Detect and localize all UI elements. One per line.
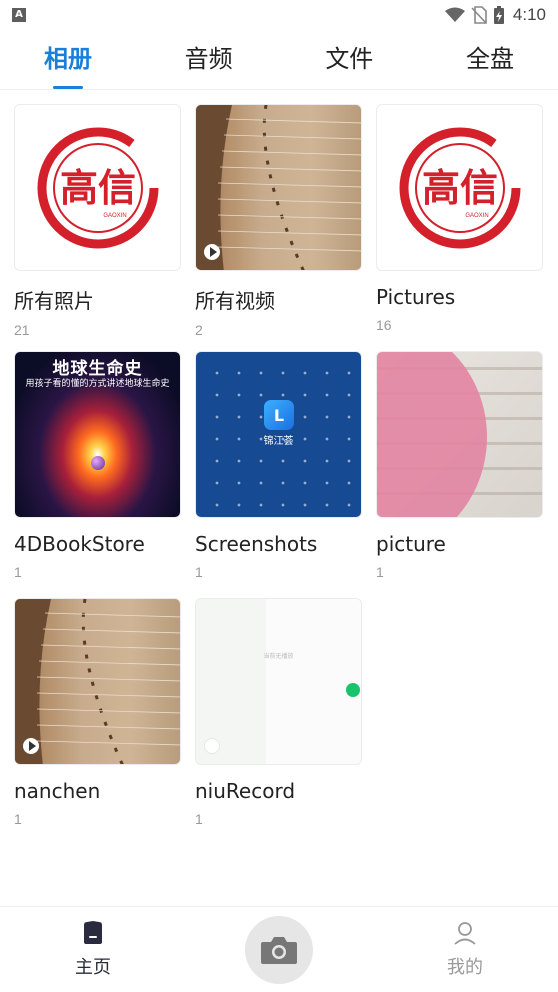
user-icon (454, 922, 476, 945)
album-grid: 高信 GAOXIN 所有照片 21 所有视频 2 高信 GAOXIN Pictu… (14, 104, 544, 845)
blank-panel (266, 599, 361, 764)
album-count: 1 (195, 811, 203, 827)
active-tab-indicator (53, 86, 83, 89)
status-left: A (12, 8, 26, 22)
app-logo-icon: L (264, 400, 294, 430)
album-item[interactable]: L 锦江荟 Screenshots 1 (195, 351, 362, 598)
album-name: niuRecord (195, 779, 296, 803)
tab-label: 音频 (184, 45, 233, 73)
album-thumbnail (195, 104, 362, 271)
camera-icon (261, 937, 297, 964)
album-item[interactable]: picture 1 (376, 351, 543, 598)
planet-icon (91, 456, 105, 470)
album-thumbnail: 高信 GAOXIN (376, 104, 543, 271)
nav-mine-label: 我的 (447, 957, 483, 978)
nav-home-label: 主页 (75, 957, 111, 978)
pink-wave-shape (377, 352, 487, 517)
album-count: 16 (376, 317, 392, 333)
tab-audio[interactable]: 音频 (185, 30, 233, 89)
album-thumbnail: 当前无播放 (195, 598, 362, 765)
album-item[interactable]: 所有视频 2 (195, 104, 362, 351)
logo-text: 高信 (421, 166, 497, 210)
status-time: 4:10 (512, 5, 546, 24)
logo-text: 高信 (59, 166, 135, 210)
album-count: 1 (14, 564, 22, 580)
guzheng-strings (15, 599, 180, 764)
album-name: 4DBookStore (14, 532, 145, 556)
camera-button[interactable] (245, 916, 313, 984)
album-name: Screenshots (195, 532, 318, 556)
top-tabs: 相册 音频 文件 全盘 (0, 30, 558, 90)
play-icon (23, 738, 39, 754)
album-item[interactable]: nanchen 1 (14, 598, 181, 845)
bottom-nav: 主页 我的 (0, 906, 558, 992)
status-bar: A 4:10 (0, 0, 558, 30)
album-name: nanchen (14, 779, 101, 803)
play-icon (204, 244, 220, 260)
album-count: 21 (14, 322, 30, 338)
album-item[interactable]: 当前无播放 niuRecord 1 (195, 598, 362, 845)
tab-label: 全盘 (465, 45, 514, 73)
album-item[interactable]: 高信 GAOXIN Pictures 16 (376, 104, 543, 351)
play-icon (204, 738, 220, 754)
home-icon (84, 921, 102, 944)
album-name: Pictures (376, 285, 456, 309)
album-thumbnail: 高信 GAOXIN (14, 104, 181, 271)
album-count: 1 (14, 811, 22, 827)
tab-files[interactable]: 文件 (325, 30, 373, 89)
wifi-icon (444, 7, 465, 22)
album-thumbnail (14, 598, 181, 765)
nav-home[interactable]: 主页 (53, 921, 133, 979)
tab-label: 相册 (44, 45, 92, 73)
a-notification-icon: A (12, 8, 26, 22)
gaoxin-logo-icon: 高信 GAOXIN (37, 127, 158, 248)
no-sim-icon (471, 6, 487, 24)
album-thumbnail: 地球生命史 用孩子看的懂的方式讲述地球生命史 (14, 351, 181, 518)
album-item[interactable]: 高信 GAOXIN 所有照片 21 (14, 104, 181, 351)
album-name: 所有照片 (14, 289, 94, 313)
album-thumbnail: L 锦江荟 (195, 351, 362, 518)
album-thumbnail (376, 351, 543, 518)
album-name: 所有视频 (195, 289, 275, 313)
blank-text: 当前无播放 (263, 653, 294, 660)
logo-subtext: GAOXIN (465, 213, 488, 219)
app-label: 锦江荟 (263, 436, 294, 447)
tab-full-disk[interactable]: 全盘 (466, 30, 514, 89)
album-item[interactable]: 地球生命史 用孩子看的懂的方式讲述地球生命史 4DBookStore 1 (14, 351, 181, 598)
nav-mine[interactable]: 我的 (425, 921, 505, 979)
tab-albums[interactable]: 相册 (44, 30, 92, 89)
guzheng-strings (196, 105, 361, 270)
green-dot-icon (346, 683, 360, 697)
album-count: 2 (195, 322, 203, 338)
battery-charging-icon (493, 6, 504, 24)
tab-label: 文件 (325, 45, 374, 73)
status-right: 4:10 (444, 5, 546, 25)
logo-subtext: GAOXIN (103, 213, 126, 219)
poster-subtitle: 用孩子看的懂的方式讲述地球生命史 (25, 379, 170, 389)
album-name: picture (376, 532, 446, 556)
album-count: 1 (195, 564, 203, 580)
gaoxin-logo-icon: 高信 GAOXIN (399, 127, 520, 248)
album-count: 1 (376, 564, 384, 580)
